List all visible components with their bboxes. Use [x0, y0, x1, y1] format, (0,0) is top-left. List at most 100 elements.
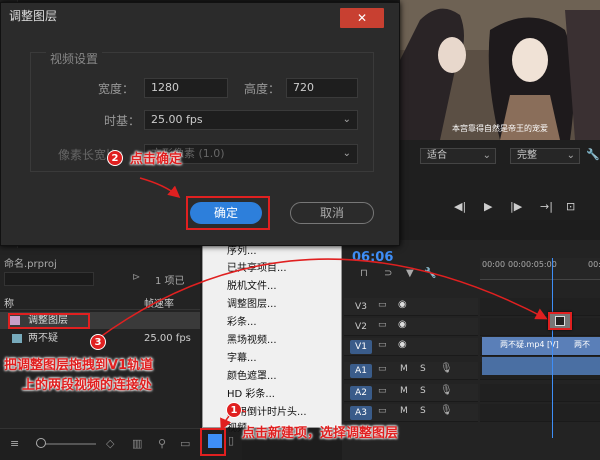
step-3-text-line1: 把调整图层拖拽到V1轨道 [4, 358, 154, 373]
snap-icon[interactable]: ⊓ [360, 268, 368, 279]
highlight-ok-button [186, 196, 270, 230]
solo-button[interactable]: S [420, 364, 426, 374]
video-settings-legend: 视频设置 [46, 50, 103, 67]
step-1-text: 点击新建项，选择调整图层 [242, 426, 399, 441]
mic-icon[interactable]: 🎙 [440, 385, 453, 396]
chevron-down-icon: ⌄ [342, 148, 351, 159]
menu-item-hd-bars[interactable]: HD 彩条... [227, 385, 275, 400]
timebase-label: 时基： [104, 114, 141, 128]
timeline-ruler[interactable]: 00:00 00:00:05:00 00:0 [480, 258, 600, 280]
play-icon[interactable]: ▶ [484, 200, 492, 213]
menu-item-bars-tone[interactable]: 彩条... [227, 313, 257, 328]
adjustment-layer-icon [555, 316, 565, 326]
track-header-a1[interactable]: A1 ▭ M S 🎙 [344, 362, 478, 380]
column-name: 称 [4, 299, 14, 310]
menu-item-black-video[interactable]: 黑场视频... [227, 331, 277, 346]
sync-lock-icon[interactable]: ▭ [378, 340, 387, 350]
sort-icon[interactable]: ◇ [106, 437, 114, 450]
step-2-text: 点击确定 [130, 152, 183, 167]
item-frame-rate: 25.00 fps [144, 333, 191, 344]
wrench-icon[interactable]: 🔧 [586, 148, 600, 161]
marker-icon[interactable]: ▼ [406, 268, 414, 279]
menu-item-adjustment-layer[interactable]: 调整图层... [227, 295, 277, 310]
mic-icon[interactable]: 🎙 [440, 405, 453, 416]
project-search-input[interactable] [4, 272, 94, 286]
quality-select[interactable]: 完整 ⌄ [510, 148, 580, 164]
video-clip-v1[interactable]: 两不疑.mp4 [V] 两不 [482, 337, 600, 355]
new-item-menu: 序列... 已共享项目... 脱机文件... 调整图层... 彩条... 黑场视… [202, 240, 342, 434]
track-header-v2[interactable]: V2 ▭ ◉ [344, 318, 478, 336]
fit-value: 适合 [427, 150, 447, 161]
insert-icon[interactable]: ⊡ [566, 200, 575, 213]
track-name: V2 [355, 322, 367, 332]
close-button[interactable]: ✕ [340, 8, 384, 28]
ruler-tick: 00:0 [588, 260, 600, 269]
height-field[interactable]: 720 [286, 78, 358, 98]
solo-button[interactable]: S [420, 386, 426, 396]
track-lane-a2[interactable] [480, 384, 600, 402]
sync-lock-icon[interactable]: ▭ [378, 320, 387, 330]
step-forward-icon[interactable]: |▶ [510, 200, 522, 213]
track-header-v1[interactable]: V1 ▭ ◉ [344, 338, 478, 356]
sync-lock-icon[interactable]: ▭ [378, 406, 387, 416]
video-subtitle: 本宫靠得自然是帝王的宠爱 [452, 124, 548, 133]
search-bin-icon[interactable]: ⊳ [132, 272, 140, 283]
timeline-timecode[interactable]: 06:06 [352, 250, 393, 265]
height-label: 高度： [244, 82, 281, 96]
menu-item-shared-project[interactable]: 已共享项目... [227, 259, 287, 274]
track-name: A3 [350, 406, 372, 420]
sync-lock-icon[interactable]: ▭ [378, 364, 387, 374]
step-3-badge: 3 [90, 334, 106, 350]
chevron-down-icon: ⌄ [342, 114, 351, 125]
cancel-button[interactable]: 取消 [290, 202, 374, 224]
item-count: 1 项已 [155, 276, 185, 287]
video-frame-image [400, 0, 600, 140]
track-lane-v2[interactable] [480, 318, 600, 336]
next-edit-icon[interactable]: →| [540, 200, 553, 213]
trash-icon[interactable]: ▯ [228, 434, 234, 447]
step-back-icon[interactable]: ◀| [454, 200, 466, 213]
eye-icon[interactable]: ◉ [398, 339, 407, 350]
height-value: 720 [293, 81, 314, 94]
item-name: 两不疑 [28, 333, 58, 344]
new-bin-icon[interactable]: ▭ [180, 437, 190, 450]
eye-icon[interactable]: ◉ [398, 299, 407, 310]
fit-select[interactable]: 适合 ⌄ [420, 148, 496, 164]
track-header-v3[interactable]: V3 ▭ ◉ [344, 298, 478, 316]
wrench-icon[interactable]: 🔧 [424, 268, 436, 279]
sync-lock-icon[interactable]: ▭ [378, 386, 387, 396]
highlight-adjustment-layer-item [8, 313, 90, 329]
track-name: A1 [350, 364, 372, 378]
eye-icon[interactable]: ◉ [398, 319, 407, 330]
mute-button[interactable]: M [400, 406, 408, 416]
clip-label: 两不疑.mp4 [V] [500, 340, 559, 349]
track-lane-a3[interactable] [480, 404, 600, 422]
mute-button[interactable]: M [400, 386, 408, 396]
audio-clip-a1[interactable] [482, 357, 600, 375]
zoom-slider-handle[interactable] [36, 438, 46, 448]
list-view-icon[interactable]: ≡ [10, 437, 19, 450]
find-icon[interactable]: ⚲ [158, 437, 166, 450]
automate-icon[interactable]: ▥ [132, 437, 142, 450]
menu-item-offline-file[interactable]: 脱机文件... [227, 277, 277, 292]
width-field[interactable]: 1280 [144, 78, 228, 98]
column-frame-rate: 帧速率 [144, 299, 174, 310]
timebase-select[interactable]: 25.00 fps ⌄ [144, 110, 358, 130]
linked-icon[interactable]: ⊃ [384, 268, 392, 279]
playhead[interactable] [552, 258, 553, 438]
track-header-a3[interactable]: A3 ▭ M S 🎙 [344, 404, 478, 422]
sync-lock-icon[interactable]: ▭ [378, 300, 387, 310]
track-header-a2[interactable]: A2 ▭ M S 🎙 [344, 384, 478, 402]
track-lane-v3[interactable] [480, 298, 600, 316]
menu-item-color-matte[interactable]: 颜色遮罩... [227, 367, 277, 382]
mute-button[interactable]: M [400, 364, 408, 374]
chevron-down-icon: ⌄ [566, 150, 575, 161]
width-value: 1280 [151, 81, 179, 94]
mic-icon[interactable]: 🎙 [440, 363, 453, 374]
solo-button[interactable]: S [420, 406, 426, 416]
track-name: A2 [350, 386, 372, 400]
menu-item-caption[interactable]: 字幕... [227, 349, 257, 364]
timebase-value: 25.00 fps [151, 113, 203, 126]
program-monitor-preview: 本宫靠得自然是帝王的宠爱 [400, 0, 600, 140]
adjustment-layer-clip-v2[interactable] [548, 312, 572, 330]
